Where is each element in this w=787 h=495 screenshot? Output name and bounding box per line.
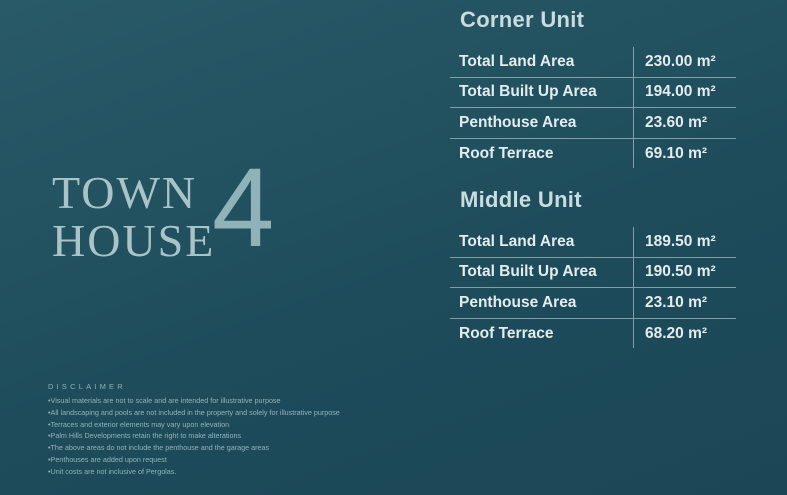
list-item: Visual materials are not to scale and ar… (48, 395, 408, 407)
list-item: Palm Hills Developments retain the right… (48, 430, 408, 442)
row-label: Total Land Area (450, 47, 634, 78)
list-item: Unit costs are not inclusive of Pergolas… (48, 466, 408, 478)
list-item: Penthouses are added upon request (48, 454, 408, 466)
disclaimer: DISCLAIMER Visual materials are not to s… (48, 382, 408, 478)
table-row: Total Built Up Area 190.50 m² (450, 257, 736, 289)
row-value: 69.10 m² (633, 138, 736, 169)
disclaimer-heading: DISCLAIMER (48, 382, 126, 391)
table-row: Total Built Up Area 194.00 m² (450, 77, 736, 109)
row-value: 68.20 m² (633, 318, 736, 349)
logo-line-town: TOWN (52, 167, 198, 218)
corner-unit-table: Total Land Area 230.00 m² Total Built Up… (450, 47, 736, 169)
row-value: 190.50 m² (633, 257, 736, 289)
disclaimer-list: Visual materials are not to scale and ar… (48, 395, 408, 478)
corner-unit-title: Corner Unit (460, 7, 585, 32)
middle-unit-table: Total Land Area 189.50 m² Total Built Up… (450, 227, 736, 349)
logo-line-house: HOUSE (52, 215, 216, 266)
row-label: Roof Terrace (459, 324, 554, 342)
row-label: Total Built Up Area (450, 77, 634, 109)
logo-number: 4 (212, 145, 275, 270)
row-value: 194.00 m² (633, 77, 736, 109)
list-item: Terraces and exterior elements may vary … (48, 419, 408, 431)
row-label: Penthouse Area (450, 107, 634, 139)
table-row: Roof Terrace 69.10 m² (450, 138, 736, 169)
row-label: Total Built Up Area (450, 257, 634, 289)
row-label: Roof Terrace (459, 144, 554, 162)
row-label: Penthouse Area (450, 287, 634, 319)
row-value: 23.10 m² (633, 287, 736, 319)
middle-unit-title: Middle Unit (460, 187, 582, 212)
table-row: Total Land Area 189.50 m² (450, 227, 736, 258)
list-item: All landscaping and pools are not includ… (48, 407, 408, 419)
table-row: Roof Terrace 68.20 m² (450, 318, 736, 349)
row-value: 189.50 m² (633, 227, 736, 258)
table-row: Penthouse Area 23.60 m² (450, 107, 736, 139)
townhouse-logo: TOWN HOUSE 4 (52, 152, 292, 278)
row-label: Total Land Area (450, 227, 634, 258)
row-value: 23.60 m² (633, 107, 736, 139)
list-item: The above areas do not include the penth… (48, 442, 408, 454)
table-row: Penthouse Area 23.10 m² (450, 287, 736, 319)
row-value: 230.00 m² (633, 47, 736, 78)
table-row: Total Land Area 230.00 m² (450, 47, 736, 78)
